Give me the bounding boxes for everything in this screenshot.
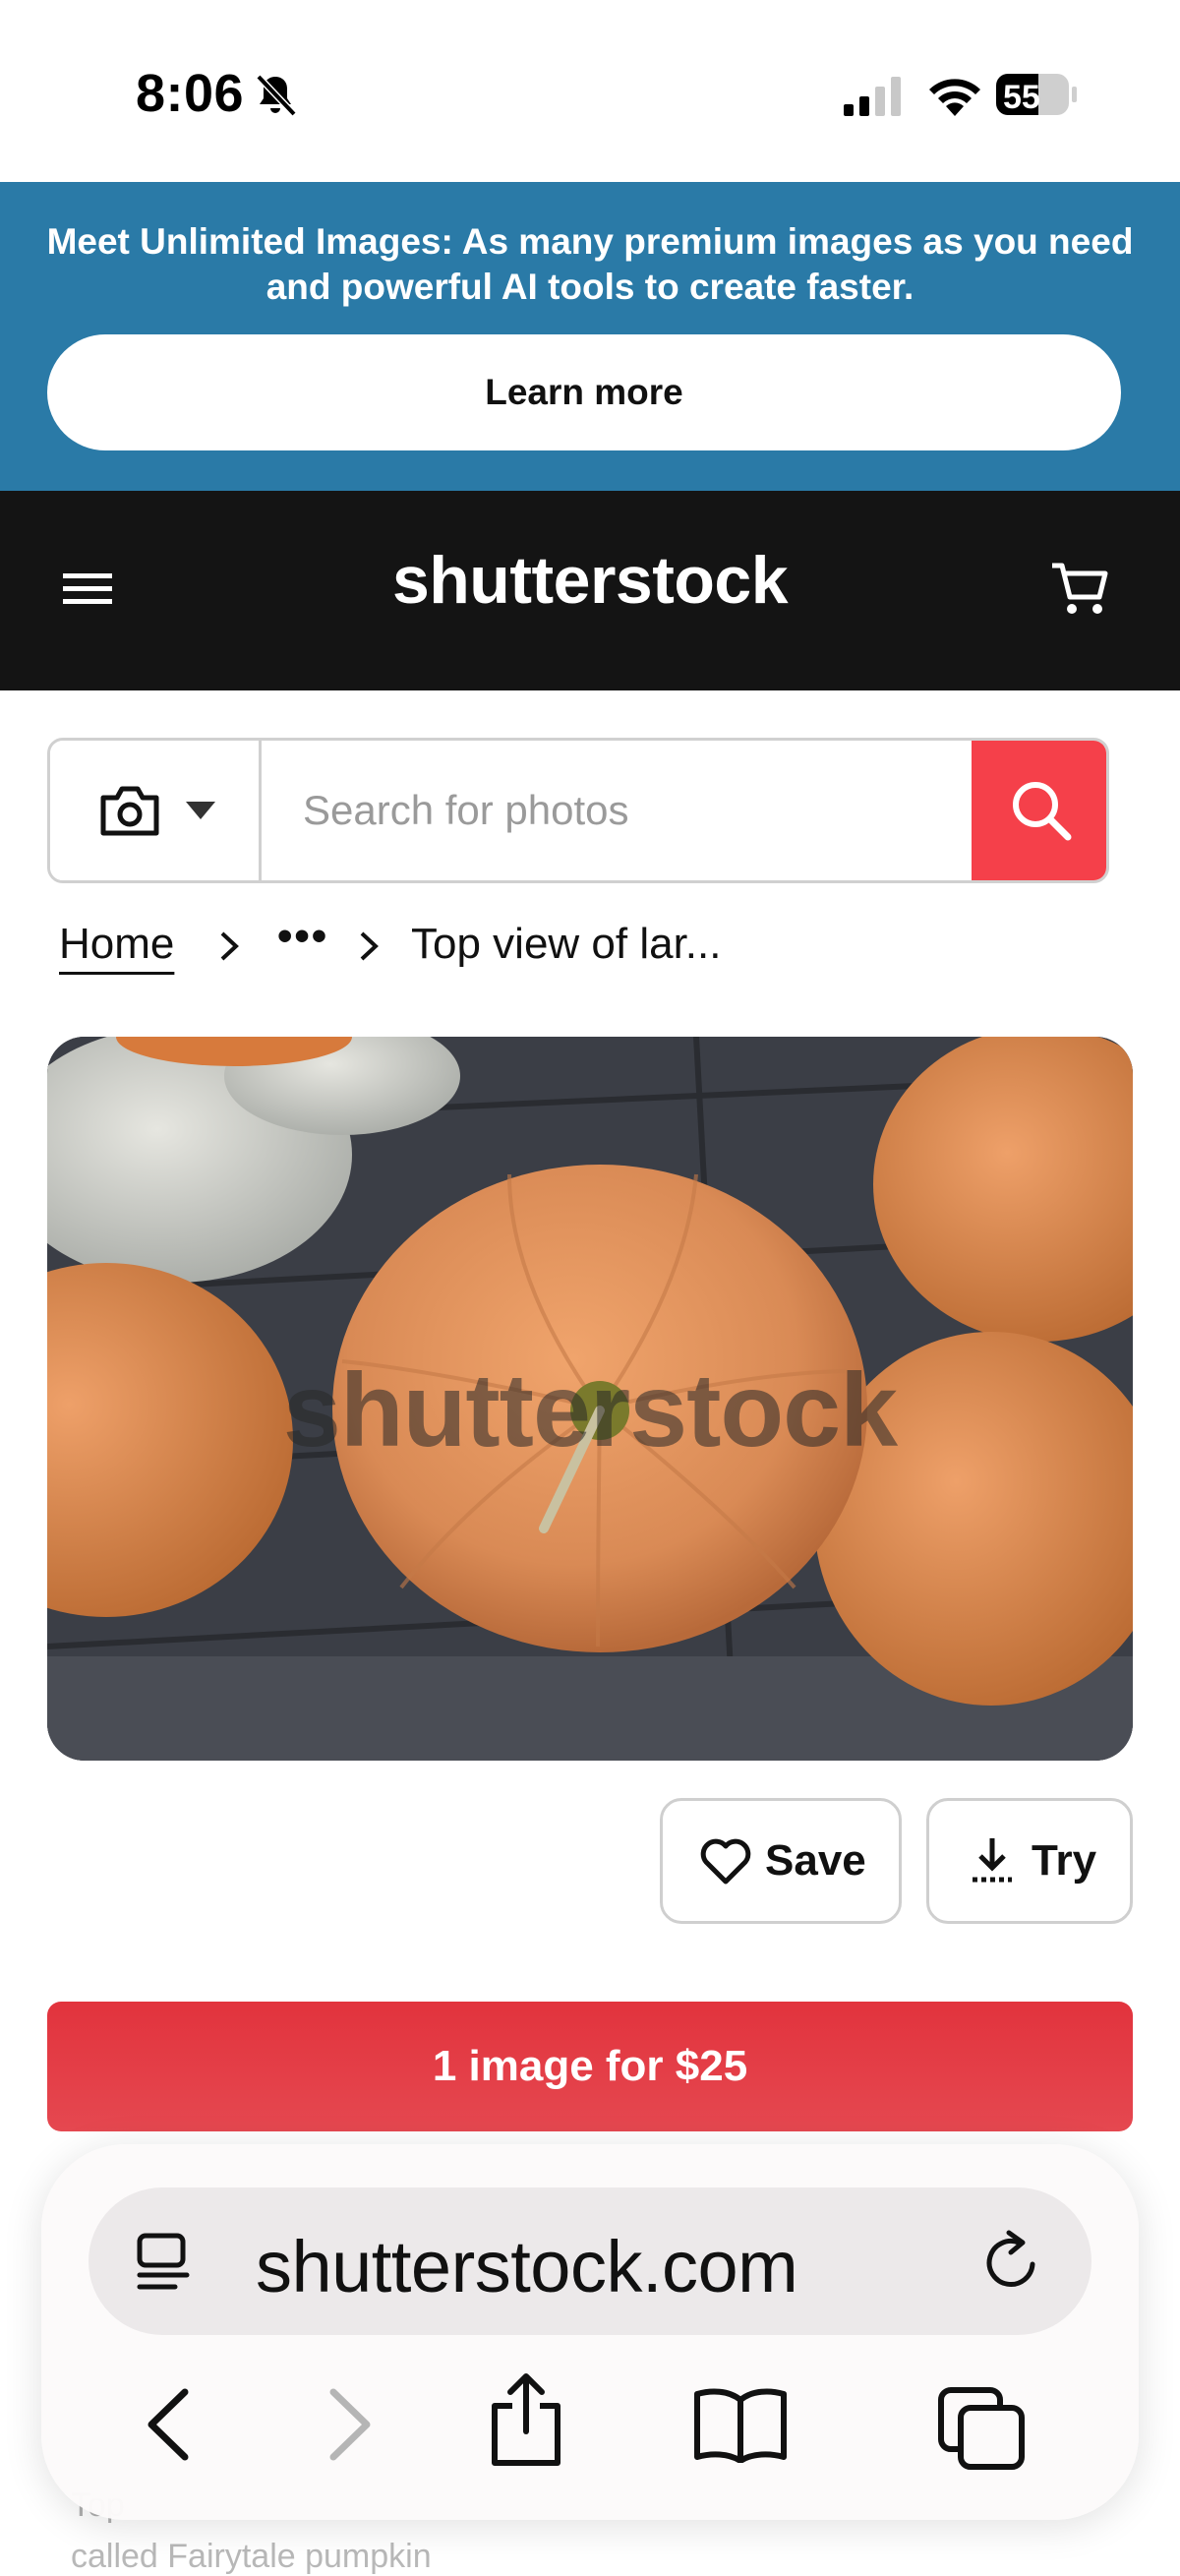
share-icon[interactable]: [487, 2372, 565, 2469]
search-bar: [47, 738, 1109, 883]
cellular-signal-icon: [844, 77, 901, 116]
search-input[interactable]: [262, 741, 970, 880]
promo-banner: Meet Unlimited Images: As many premium i…: [0, 182, 1180, 491]
page-menu-icon[interactable]: [134, 2232, 195, 2293]
try-label: Try: [1032, 1836, 1097, 1885]
download-icon: [973, 1838, 1012, 1883]
breadcrumb: Home ••• Top view of lar...: [59, 912, 1141, 988]
learn-more-button[interactable]: Learn more: [47, 334, 1121, 450]
wifi-icon: [929, 79, 980, 116]
breadcrumb-ellipsis[interactable]: •••: [277, 912, 328, 961]
shutterstock-logo[interactable]: shutterstock: [354, 542, 826, 619]
silent-bell-icon: [256, 74, 297, 117]
tabs-icon[interactable]: [937, 2386, 1026, 2471]
browser-toolbar: shutterstock.com: [41, 2144, 1139, 2520]
image-description-snippet: called Fairytale pumpkin: [71, 2538, 432, 2575]
image-watermark: shutterstock: [282, 1352, 898, 1468]
breadcrumb-current: Top view of lar...: [411, 920, 722, 968]
cart-icon[interactable]: [1050, 562, 1109, 617]
address-bar[interactable]: shutterstock.com: [88, 2187, 1092, 2335]
chevron-right-icon: [360, 931, 379, 961]
url-text: shutterstock.com: [256, 2226, 798, 2307]
try-button[interactable]: Try: [926, 1798, 1133, 1924]
image-search-dropdown[interactable]: [50, 741, 262, 880]
breadcrumb-home-link[interactable]: Home: [59, 920, 174, 969]
reload-icon[interactable]: [979, 2229, 1042, 2294]
promo-text: Meet Unlimited Images: As many premium i…: [0, 219, 1180, 310]
status-bar: 8:06 55: [0, 0, 1180, 182]
hamburger-menu-icon[interactable]: [63, 569, 112, 609]
chevron-down-icon: [186, 802, 215, 819]
heart-icon: [700, 1838, 751, 1885]
promo-text-line2: and powerful AI tools to create faster.: [266, 267, 914, 307]
bookmarks-icon[interactable]: [693, 2386, 788, 2463]
camera-icon: [100, 786, 159, 836]
site-header: shutterstock: [0, 491, 1180, 690]
buy-image-button[interactable]: 1 image for $25: [47, 2002, 1133, 2131]
status-time: 8:06: [136, 64, 245, 123]
main-stock-image[interactable]: shutterstock: [47, 1037, 1133, 1761]
search-icon: [1013, 782, 1072, 841]
chevron-right-icon: [220, 931, 239, 961]
save-button[interactable]: Save: [660, 1798, 902, 1924]
save-label: Save: [765, 1836, 866, 1885]
search-button[interactable]: [972, 741, 1106, 880]
promo-text-line1: Meet Unlimited Images: As many premium i…: [46, 221, 1134, 262]
battery-level: 55: [1003, 79, 1040, 116]
forward-arrow-icon[interactable]: [322, 2386, 379, 2463]
back-arrow-icon[interactable]: [140, 2386, 197, 2463]
